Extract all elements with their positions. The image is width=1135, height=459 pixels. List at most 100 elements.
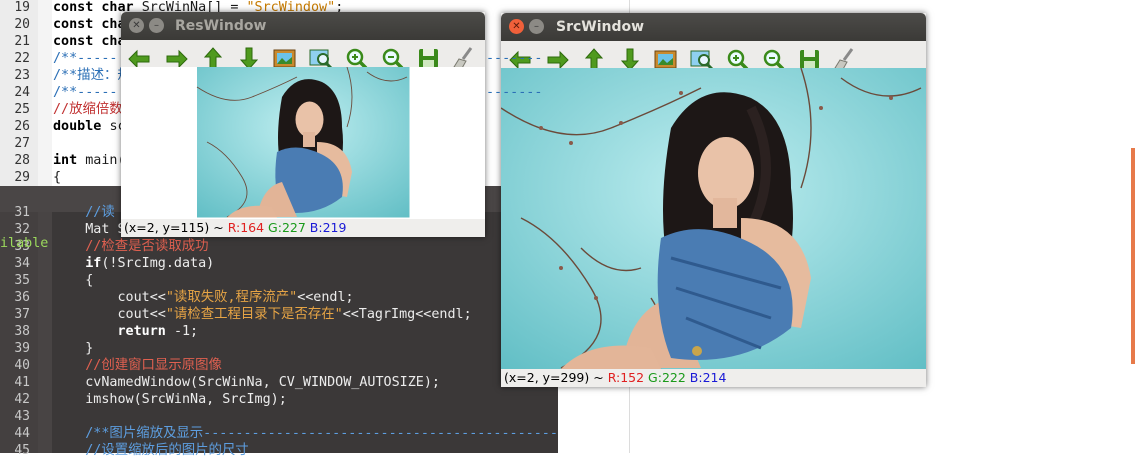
code-line[interactable]: /**图片缩放及显示------------------------------…: [53, 425, 606, 442]
line-number: 21: [14, 34, 30, 49]
code-token: /**描述：规: [53, 68, 131, 83]
code-token: cout<<: [53, 307, 166, 322]
code-token: //检查是否读取成功: [53, 239, 209, 254]
code-line[interactable]: //检查是否读取成功: [53, 238, 209, 255]
code-token: imshow(SrcWinNa, SrcImg);: [53, 392, 287, 407]
code-token: main(: [85, 153, 126, 168]
code-line[interactable]: cout<<"请检查工程目录下是否存在"<<TagrImg<<endl;: [53, 306, 472, 323]
line-number: 35: [14, 273, 30, 288]
minimize-button[interactable]: –: [529, 19, 544, 34]
code-line[interactable]: const cha: [53, 33, 126, 50]
code-token: return: [53, 324, 174, 339]
code-line[interactable]: double sc: [53, 118, 126, 135]
code-token: <<TagrImg<<endl;: [342, 307, 472, 322]
line-number: 38: [14, 324, 30, 339]
line-number: 43: [14, 409, 30, 424]
window-title: SrcWindow: [556, 19, 645, 35]
code-line[interactable]: Mat S: [53, 221, 126, 238]
code-line[interactable]: /**描述：规: [53, 67, 131, 84]
line-number: 41: [14, 375, 30, 390]
src-status-bar: (x=2, y=299) ~ R:152 G:222 B:214: [501, 369, 926, 387]
code-token: const: [53, 17, 102, 32]
code-line[interactable]: //创建窗口显示原图像: [53, 357, 222, 374]
code-line[interactable]: imshow(SrcWinNa, SrcImg);: [53, 391, 287, 408]
code-line[interactable]: //放缩倍数: [53, 101, 123, 118]
code-token: }: [53, 341, 94, 356]
code-line[interactable]: }: [53, 340, 93, 357]
status-coords: (x=2, y=299) ~: [504, 370, 608, 385]
code-line[interactable]: {: [53, 169, 61, 186]
line-number: 25: [14, 102, 30, 117]
status-coords: (x=2, y=115) ~: [124, 220, 228, 235]
res-window[interactable]: ✕ – ResWindow (x=2, y=115) ~ R:164 G:227…: [121, 12, 485, 237]
window-title: ResWindow: [175, 18, 267, 34]
code-token: if: [53, 256, 102, 271]
line-number: 42: [14, 392, 30, 407]
code-token: const: [53, 34, 102, 49]
line-number: 39: [14, 341, 30, 356]
portrait-photo-scaled: [196, 67, 410, 218]
line-number: 40: [14, 358, 30, 373]
code-line[interactable]: /**-----: [53, 84, 118, 101]
code-token: <<endl;: [297, 290, 354, 305]
code-token: //创建窗口显示原图像: [53, 358, 222, 373]
code-token: Mat S: [53, 222, 126, 237]
code-token: "请检查工程目录下是否存在": [165, 307, 343, 322]
code-line[interactable]: return -1;: [53, 323, 198, 340]
line-number: 31: [14, 205, 30, 220]
line-number: 36: [14, 290, 30, 305]
line-number: 34: [14, 256, 30, 271]
status-red: R:152: [607, 370, 645, 385]
comment-dashes: -------: [486, 85, 543, 100]
line-number: 27: [14, 136, 30, 151]
side-text: ilable: [0, 236, 49, 251]
src-window-titlebar[interactable]: ✕ – SrcWindow: [501, 13, 926, 41]
code-line[interactable]: /**-----: [53, 50, 118, 67]
code-line[interactable]: {: [53, 272, 93, 289]
line-number: 37: [14, 307, 30, 322]
fold-column: [38, 0, 52, 186]
line-number: 19: [14, 0, 30, 15]
line-number: 20: [14, 17, 30, 32]
scroll-marker[interactable]: [1131, 148, 1135, 364]
code-line[interactable]: const cha: [53, 16, 126, 33]
code-token: cout<<: [53, 290, 166, 305]
src-image-canvas[interactable]: [501, 68, 926, 369]
code-line[interactable]: cvNamedWindow(SrcWinNa, CV_WINDOW_AUTOSI…: [53, 374, 440, 391]
status-green: G:222: [648, 370, 686, 385]
code-line[interactable]: if(!SrcImg.data): [53, 255, 214, 272]
code-token: int: [53, 153, 86, 168]
comment-dashes: -------: [486, 51, 543, 66]
res-image-canvas[interactable]: [121, 67, 485, 219]
line-number: 22: [14, 51, 30, 66]
line-number: 45: [14, 443, 30, 458]
status-red: R:164: [227, 220, 265, 235]
code-token: -1;: [173, 324, 199, 339]
line-number: 44: [14, 426, 30, 441]
minimize-button[interactable]: –: [149, 18, 164, 33]
code-line[interactable]: cout<<"读取失败,程序流产"<<endl;: [53, 289, 354, 306]
line-number: 32: [14, 222, 30, 237]
code-token: //设置缩放后的图片的尺寸: [53, 443, 249, 458]
code-token: "读取失败,程序流产": [165, 290, 298, 305]
status-green: G:227: [268, 220, 306, 235]
close-button[interactable]: ✕: [129, 18, 144, 33]
code-token: /**图片缩放及显示------------------------------…: [53, 426, 607, 441]
portrait-photo: [501, 68, 926, 369]
line-number: 28: [14, 153, 30, 168]
line-number: 23: [14, 68, 30, 83]
code-token: {: [53, 273, 94, 288]
code-token: double: [53, 119, 110, 134]
code-token: //放缩倍数: [53, 102, 123, 117]
code-line[interactable]: //读: [53, 204, 115, 221]
close-button[interactable]: ✕: [509, 19, 524, 34]
res-status-bar: (x=2, y=115) ~ R:164 G:227 B:219: [121, 219, 485, 237]
code-token: {: [53, 170, 62, 185]
code-line[interactable]: //设置缩放后的图片的尺寸: [53, 442, 249, 459]
code-line[interactable]: int main(: [53, 152, 126, 169]
code-token: /**-----: [53, 51, 118, 66]
src-window[interactable]: ✕ – SrcWindow (x=2, y=299) ~ R:152 G:222…: [501, 13, 926, 387]
res-window-titlebar[interactable]: ✕ – ResWindow: [121, 12, 485, 40]
status-blue: B:214: [689, 370, 727, 385]
code-token: //读: [53, 205, 115, 220]
